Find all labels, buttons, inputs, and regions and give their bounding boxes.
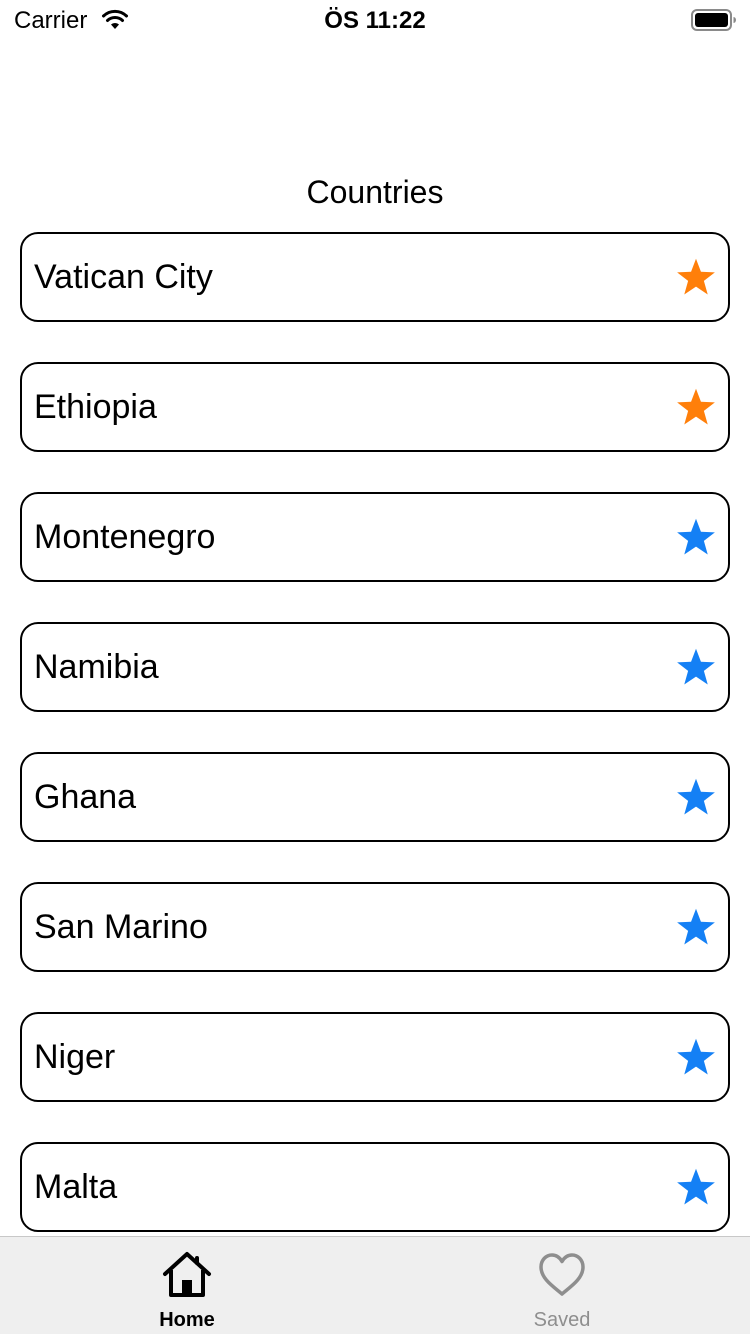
star-icon[interactable]	[674, 1036, 718, 1080]
country-name: San Marino	[34, 908, 208, 946]
tab-saved[interactable]: Saved	[462, 1237, 662, 1334]
list-item[interactable]: Ghana	[20, 752, 730, 842]
heart-icon	[539, 1253, 585, 1296]
star-icon[interactable]	[674, 906, 718, 950]
star-icon[interactable]	[674, 776, 718, 820]
star-icon[interactable]	[674, 516, 718, 560]
tab-home-label: Home	[159, 1309, 215, 1331]
country-name: Malta	[34, 1168, 118, 1206]
tab-bar: Home Saved	[0, 1236, 750, 1334]
country-list: Vatican City Ethiopia Montenegro Namibia	[20, 232, 730, 1272]
country-name: Namibia	[34, 648, 159, 686]
clock: ÖS 11:22	[324, 7, 426, 34]
house-icon	[163, 1252, 211, 1297]
star-icon[interactable]	[674, 386, 718, 430]
tab-home[interactable]: Home	[87, 1237, 287, 1334]
list-item[interactable]: Malta	[20, 1142, 730, 1232]
tab-saved-label: Saved	[533, 1309, 591, 1331]
country-name: Ghana	[34, 778, 137, 816]
list-item[interactable]: Montenegro	[20, 492, 730, 582]
list-item[interactable]: Ethiopia	[20, 362, 730, 452]
list-item[interactable]: Namibia	[20, 622, 730, 712]
page-title: Countries	[306, 174, 444, 210]
star-icon[interactable]	[674, 646, 718, 690]
status-bar: Carrier ÖS 11:22	[0, 0, 750, 40]
app-screen: Carrier ÖS 11:22 Countries Vatican City …	[0, 0, 750, 1334]
country-name: Vatican City	[34, 258, 213, 296]
list-item[interactable]: San Marino	[20, 882, 730, 972]
country-name: Niger	[34, 1038, 116, 1076]
country-name: Montenegro	[34, 518, 216, 556]
country-name: Ethiopia	[34, 388, 157, 426]
list-item[interactable]: Vatican City	[20, 232, 730, 322]
star-icon[interactable]	[674, 1166, 718, 1210]
list-item[interactable]: Niger	[20, 1012, 730, 1102]
star-icon[interactable]	[674, 256, 718, 300]
battery-icon	[691, 9, 736, 31]
